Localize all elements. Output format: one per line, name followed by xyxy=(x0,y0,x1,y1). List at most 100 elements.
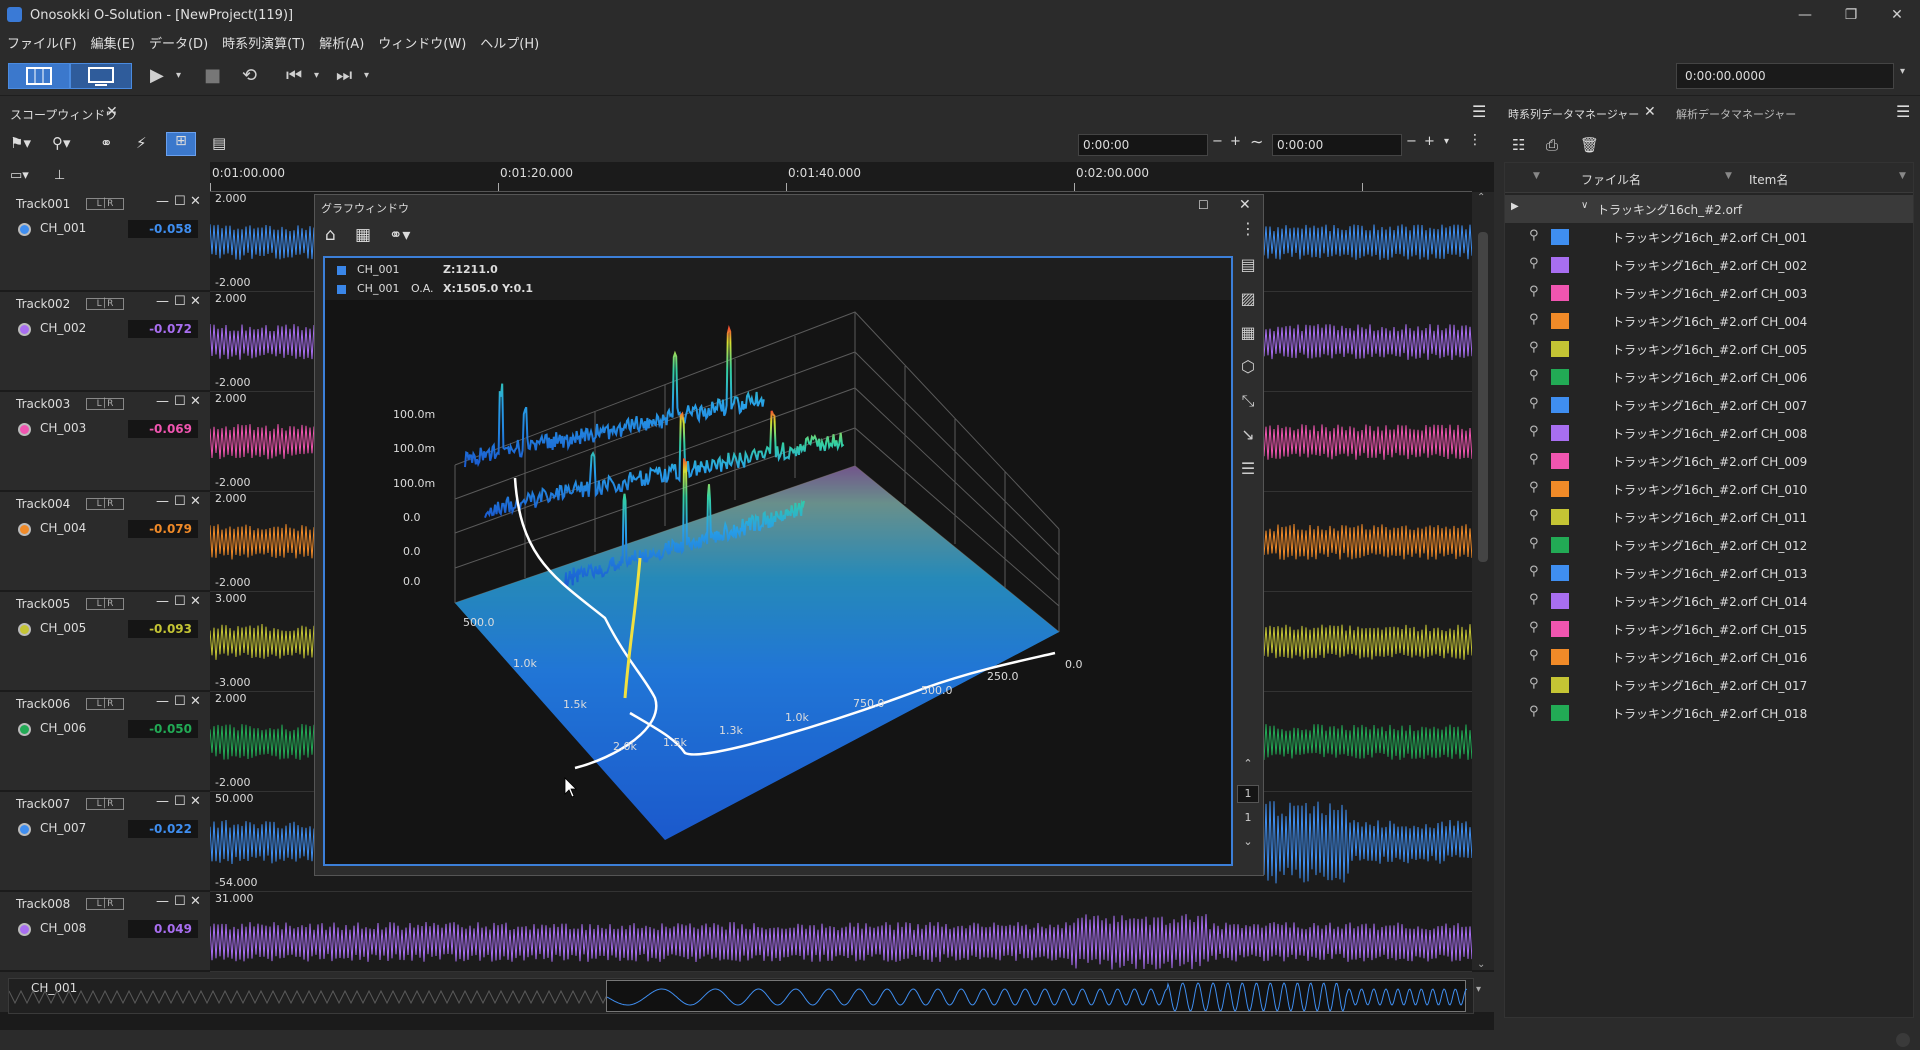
pin-icon[interactable]: ⚲ xyxy=(1529,284,1539,299)
skip-back-icon[interactable]: ⏮ xyxy=(286,56,302,96)
page-number[interactable]: 1 xyxy=(1237,785,1259,803)
waveform-area[interactable]: 31.000 xyxy=(210,892,1472,972)
pin-icon[interactable]: ⚲ xyxy=(1529,396,1539,411)
menu-file[interactable]: ファイル(F) xyxy=(0,33,84,52)
pin-icon[interactable]: ⚲ xyxy=(1529,564,1539,579)
track-header[interactable]: Track001 L│R — ☐ ✕ CH_001 -0.058 xyxy=(0,192,210,292)
track-close-icon[interactable]: ✕ xyxy=(190,594,201,609)
menu-data[interactable]: データ(D) xyxy=(142,33,215,52)
start-time-field[interactable]: 0:00:00 xyxy=(1078,134,1208,156)
graph-close-icon[interactable]: ✕ xyxy=(1239,197,1251,213)
scope-menu-icon[interactable]: ☰ xyxy=(1472,102,1486,121)
track-maximize-icon[interactable]: ☐ xyxy=(174,794,186,809)
track-minimize-icon[interactable]: — xyxy=(156,294,169,309)
data-file-row[interactable]: ⚲ トラッキング16ch_#2.orf CH_007 xyxy=(1505,391,1913,419)
add-list-icon[interactable]: ☷ xyxy=(1512,136,1525,154)
scope-scrollbar[interactable]: ⌃ ⌄ xyxy=(1472,192,1494,970)
lr-toggle[interactable]: L│R xyxy=(86,598,124,610)
channel-color-icon[interactable] xyxy=(18,523,31,536)
more-icon[interactable]: ⋮ xyxy=(1237,219,1259,241)
scope-close-icon[interactable]: ✕ xyxy=(106,104,118,120)
channel-color-icon[interactable] xyxy=(18,223,31,236)
document-icon[interactable]: ▤ xyxy=(1237,255,1259,277)
range-dropdown-icon[interactable]: ▾ xyxy=(1444,136,1449,147)
data-file-row[interactable]: ⚲ トラッキング16ch_#2.orf CH_018 xyxy=(1505,699,1913,727)
data-file-row[interactable]: ⚲ トラッキング16ch_#2.orf CH_016 xyxy=(1505,643,1913,671)
data-file-row[interactable]: ⚲ トラッキング16ch_#2.orf CH_014 xyxy=(1505,587,1913,615)
filter-icon[interactable]: ▼ xyxy=(1725,171,1732,181)
track-header[interactable]: Track006 L│R — ☐ ✕ CH_006 -0.050 xyxy=(0,692,210,792)
scope-mode-icon[interactable]: ⊞ xyxy=(166,132,196,156)
data-file-row[interactable]: ⚲ トラッキング16ch_#2.orf CH_013 xyxy=(1505,559,1913,587)
data-file-row[interactable]: ⚲ トラッキング16ch_#2.orf CH_005 xyxy=(1505,335,1913,363)
trigger-icon[interactable]: ⚡ xyxy=(136,134,147,152)
track-close-icon[interactable]: ✕ xyxy=(190,694,201,709)
data-file-row[interactable]: ⚲ トラッキング16ch_#2.orf CH_010 xyxy=(1505,475,1913,503)
track-header[interactable]: Track002 L│R — ☐ ✕ CH_002 -0.072 xyxy=(0,292,210,392)
track-maximize-icon[interactable]: ☐ xyxy=(174,594,186,609)
track-minimize-icon[interactable]: — xyxy=(156,794,169,809)
track-close-icon[interactable]: ✕ xyxy=(190,894,201,909)
overview-dropdown-icon[interactable]: ▾ xyxy=(1476,984,1481,995)
table-icon[interactable]: ▦ xyxy=(1237,323,1259,345)
channel-color-icon[interactable] xyxy=(18,823,31,836)
track-maximize-icon[interactable]: ☐ xyxy=(174,294,186,309)
data-file-row[interactable]: ⚲ トラッキング16ch_#2.orf CH_004 xyxy=(1505,307,1913,335)
track-maximize-icon[interactable]: ☐ xyxy=(174,694,186,709)
track-maximize-icon[interactable]: ☐ xyxy=(174,494,186,509)
panel-menu-icon[interactable]: ☰ xyxy=(1896,102,1910,121)
lr-toggle[interactable]: L│R xyxy=(86,498,124,510)
track-settings-icon[interactable]: ▭▾ xyxy=(10,168,29,183)
pin-icon[interactable]: ⚲ xyxy=(1529,592,1539,607)
track-close-icon[interactable]: ✕ xyxy=(190,194,201,209)
pin-icon[interactable]: ⚲ xyxy=(1529,536,1539,551)
maximize-button[interactable]: ❐ xyxy=(1828,0,1874,30)
import-icon[interactable]: ⎙ xyxy=(1546,136,1558,154)
track-minimize-icon[interactable]: — xyxy=(156,894,169,909)
page-up-icon[interactable]: ⌃ xyxy=(1237,757,1259,779)
data-file-row[interactable]: ⚲ トラッキング16ch_#2.orf CH_011 xyxy=(1505,503,1913,531)
image-icon[interactable]: ▨ xyxy=(1237,289,1259,311)
lr-toggle[interactable]: L│R xyxy=(86,698,124,710)
track-header[interactable]: Track005 L│R — ☐ ✕ CH_005 -0.093 xyxy=(0,592,210,692)
tab-analysis-manager[interactable]: 解析データマネージャー xyxy=(1676,106,1796,122)
col-filename[interactable]: ファイル名 xyxy=(1581,171,1641,188)
track-header[interactable]: Track007 L│R — ☐ ✕ CH_007 -0.022 xyxy=(0,792,210,892)
skip-forward-dropdown-icon[interactable]: ▾ xyxy=(364,56,369,96)
axes-icon[interactable]: ⤡ xyxy=(1237,391,1259,413)
cube-icon[interactable]: ⬡ xyxy=(1237,357,1259,379)
loop-icon[interactable]: ⟲ xyxy=(242,56,257,96)
list-view-icon[interactable]: ▤ xyxy=(212,134,226,152)
scope-tab[interactable]: スコープウィンドウ xyxy=(10,106,117,123)
chevron-down-icon[interactable]: ∨ xyxy=(1581,200,1588,211)
start-plus-button[interactable]: + xyxy=(1230,134,1241,149)
track-close-icon[interactable]: ✕ xyxy=(190,294,201,309)
track-maximize-icon[interactable]: ☐ xyxy=(174,194,186,209)
scope-more-icon[interactable]: ⋮ xyxy=(1468,132,1482,148)
plot-area[interactable]: CH_001 Z:1211.0 CH_001 O.A. X:1505.0 Y:0… xyxy=(323,256,1233,866)
lr-toggle[interactable]: L│R xyxy=(86,298,124,310)
pin-icon[interactable]: ⚲ xyxy=(1529,340,1539,355)
pin-icon[interactable]: ⚲ xyxy=(1529,480,1539,495)
channel-color-icon[interactable] xyxy=(18,923,31,936)
skip-forward-icon[interactable]: ⏭ xyxy=(336,56,352,96)
pin-icon[interactable]: ⚲ xyxy=(1529,312,1539,327)
end-plus-button[interactable]: + xyxy=(1424,134,1435,149)
track-minimize-icon[interactable]: — xyxy=(156,494,169,509)
track-close-icon[interactable]: ✕ xyxy=(190,794,201,809)
expand-icon[interactable]: ▶ xyxy=(1511,201,1519,212)
close-window-button[interactable]: ✕ xyxy=(1874,0,1920,30)
menu-timeseries[interactable]: 時系列演算(T) xyxy=(215,33,312,52)
data-file-row[interactable]: ⚲ トラッキング16ch_#2.orf CH_017 xyxy=(1505,671,1913,699)
time-dropdown-icon[interactable]: ▾ xyxy=(1900,66,1905,77)
pin-icon[interactable]: ⚲ xyxy=(1529,704,1539,719)
track-close-icon[interactable]: ✕ xyxy=(190,394,201,409)
minimize-button[interactable]: — xyxy=(1782,0,1828,30)
menu-edit[interactable]: 編集(E) xyxy=(84,33,142,52)
graph-maximize-icon[interactable]: ☐ xyxy=(1198,198,1209,212)
grid-icon[interactable]: ▦ xyxy=(355,225,371,245)
list-icon[interactable]: ☰ xyxy=(1237,459,1259,481)
track-align-icon[interactable]: ⊥ xyxy=(54,168,65,183)
menu-window[interactable]: ウィンドウ(W) xyxy=(371,33,473,52)
pin-icon[interactable]: ⚲ xyxy=(1529,228,1539,243)
